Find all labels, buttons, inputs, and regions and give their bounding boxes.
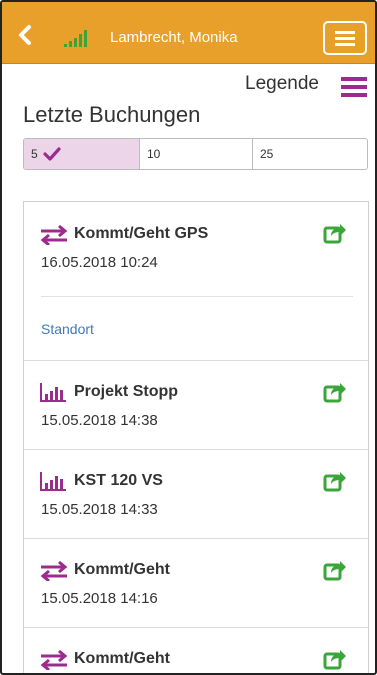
count-option-label: 10: [147, 147, 161, 161]
divider: [41, 296, 353, 297]
share-icon[interactable]: [323, 559, 347, 581]
bar-chart-icon: [40, 383, 66, 402]
booking-datetime: 15.05.2018 14:16: [41, 590, 158, 607]
signal-bars-icon: [64, 30, 87, 47]
share-icon[interactable]: [323, 222, 347, 244]
list-icon: [341, 77, 367, 99]
bar-chart-icon: [40, 472, 66, 491]
transfer-arrows-icon: [40, 225, 68, 245]
booking-datetime: 15.05.2018 14:33: [41, 501, 158, 518]
app-frame: Lambrecht, Monika Legende Letzte Buchung…: [0, 0, 377, 675]
count-selector: 5 10 25: [23, 138, 368, 170]
count-option-10[interactable]: 10: [140, 139, 253, 169]
legend-label: Legende: [245, 73, 319, 94]
count-option-5[interactable]: 5: [24, 139, 140, 169]
page-title: Letzte Buchungen: [23, 102, 201, 127]
bookings-list: Kommt/Geht GPS 16.05.2018 10:24 Standort…: [23, 201, 369, 673]
booking-title: Kommt/Geht GPS: [74, 225, 209, 242]
booking-title: Projekt Stopp: [74, 383, 179, 400]
booking-datetime: 16.05.2018 10:24: [41, 254, 158, 271]
transfer-arrows-icon: [40, 650, 68, 670]
booking-title: Kommt/Geht: [74, 561, 170, 578]
share-icon[interactable]: [323, 648, 347, 670]
share-icon[interactable]: [323, 470, 347, 492]
checkmark-icon: [43, 147, 61, 161]
count-option-label: 5: [31, 147, 38, 161]
location-link[interactable]: Standort: [41, 321, 94, 337]
transfer-arrows-icon: [40, 561, 68, 581]
user-name: Lambrecht, Monika: [110, 29, 238, 46]
booking-item[interactable]: Kommt/Geht GPS 16.05.2018 10:24 Standort: [24, 202, 368, 361]
share-icon[interactable]: [323, 381, 347, 403]
booking-title: Kommt/Geht: [74, 650, 170, 667]
booking-datetime: 15.05.2018 14:38: [41, 412, 158, 429]
count-option-25[interactable]: 25: [253, 139, 367, 169]
chevron-left-icon[interactable]: [16, 24, 34, 46]
booking-item[interactable]: Kommt/Geht 15.05.2018 14:16: [24, 539, 368, 628]
menu-button[interactable]: [323, 21, 367, 55]
booking-item[interactable]: Projekt Stopp 15.05.2018 14:38: [24, 361, 368, 450]
count-option-label: 25: [260, 147, 274, 161]
booking-title: KST 120 VS: [74, 472, 163, 489]
booking-item[interactable]: KST 120 VS 15.05.2018 14:33: [24, 450, 368, 539]
app-header: Lambrecht, Monika: [2, 2, 375, 64]
booking-item[interactable]: Kommt/Geht: [24, 628, 368, 673]
